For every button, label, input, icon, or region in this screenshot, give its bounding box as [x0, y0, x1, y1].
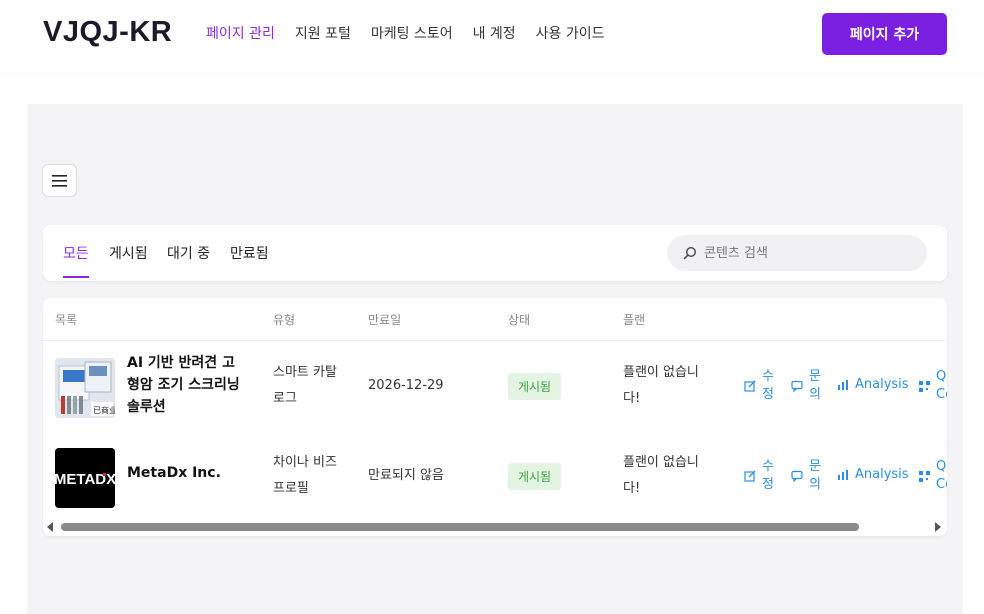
hamburger-icon	[52, 174, 67, 187]
qr-code-icon	[919, 380, 930, 392]
edit-icon	[744, 470, 756, 482]
chat-icon	[791, 470, 803, 482]
chat-icon	[791, 380, 803, 392]
bar-chart-icon	[838, 379, 848, 390]
column-header-type: 유형	[273, 313, 296, 327]
qr-code-button[interactable]: QRCo	[919, 368, 947, 404]
nav-user-guide[interactable]: 사용 가이드	[536, 23, 605, 43]
active-tab-indicator	[63, 276, 89, 278]
inquiry-button[interactable]: 문의	[791, 458, 821, 494]
menu-toggle-button[interactable]	[42, 164, 77, 197]
product-name[interactable]: MetaDx Inc.	[127, 462, 221, 484]
analysis-button[interactable]: Analysis	[837, 467, 909, 482]
status-badge: 게시됨	[508, 463, 561, 490]
status-badge: 게시됨	[508, 373, 561, 400]
qr-code-icon	[919, 470, 930, 482]
nav-my-account[interactable]: 내 계정	[473, 23, 516, 43]
edit-button[interactable]: 수정	[744, 458, 774, 494]
type-cell: 스마트 카탈 로그	[273, 365, 337, 406]
main-nav: 페이지 관리 지원 포털 마케팅 스토어 내 계정 사용 가이드	[206, 23, 605, 43]
analysis-button[interactable]: Analysis	[837, 377, 909, 392]
pages-table: 목록 유형 만료일 상태 플랜 已商业 AI 기반 반려견 고 형암 조기 스크…	[43, 298, 947, 536]
scroll-left-arrow-icon[interactable]	[47, 522, 53, 532]
search-box	[667, 235, 927, 271]
filter-tabs-bar: 모든 게시됨 대기 중 만료됨	[43, 225, 947, 281]
qr-code-button[interactable]: QRCo	[919, 458, 947, 494]
nav-support-portal[interactable]: 지원 포털	[295, 23, 351, 43]
scroll-right-arrow-icon[interactable]	[935, 522, 941, 532]
scrollbar-thumb[interactable]	[61, 523, 859, 531]
expiry-cell: 2026-12-29	[368, 378, 444, 393]
edit-icon	[744, 380, 756, 392]
tab-expired[interactable]: 만료됨	[230, 243, 269, 263]
add-page-button[interactable]: 페이지 추가	[822, 13, 947, 55]
product-name[interactable]: AI 기반 반려견 고 형암 조기 스크리닝 솔루션	[127, 352, 240, 418]
svg-text:已商业: 已商业	[93, 405, 115, 415]
product-image: 已商业	[55, 358, 115, 418]
search-input[interactable]	[704, 245, 914, 261]
search-icon	[683, 246, 697, 260]
bar-chart-icon	[838, 469, 848, 480]
nav-marketing-store[interactable]: 마케팅 스토어	[371, 23, 453, 43]
column-header-status: 상태	[508, 313, 531, 327]
table-row: 已商业 AI 기반 반려견 고 형암 조기 스크리닝 솔루션 스마트 카탈 로그…	[43, 342, 947, 430]
metadx-logo: METADX	[55, 448, 115, 508]
horizontal-scrollbar[interactable]	[43, 520, 947, 534]
type-cell: 차이나 비즈 프로필	[273, 455, 337, 496]
content-area: 모든 게시됨 대기 중 만료됨 목록 유형 만료일 상태 플랜	[27, 104, 963, 614]
column-header-plan: 플랜	[623, 313, 646, 327]
tab-pending[interactable]: 대기 중	[167, 243, 210, 263]
column-header-expiry: 만료일	[368, 313, 402, 327]
brand-logo[interactable]: VJQJ-KR	[43, 16, 172, 49]
top-navigation-bar: VJQJ-KR 페이지 관리 지원 포털 마케팅 스토어 내 계정 사용 가이드…	[0, 0, 984, 74]
plan-cell: 플랜이 없습니 다!	[623, 455, 699, 496]
tab-published[interactable]: 게시됨	[109, 243, 148, 263]
inquiry-button[interactable]: 문의	[791, 368, 821, 404]
nav-page-management[interactable]: 페이지 관리	[206, 23, 275, 43]
company-logo[interactable]: METADX	[55, 448, 115, 508]
table-row: METADX MetaDx Inc. 차이나 비즈 프로필 만료되지 않음 게시…	[43, 432, 947, 520]
edit-button[interactable]: 수정	[744, 368, 774, 404]
tab-all[interactable]: 모든	[63, 243, 89, 263]
column-header-list: 목록	[55, 313, 78, 327]
plan-cell: 플랜이 없습니 다!	[623, 365, 699, 406]
header-divider	[43, 340, 947, 341]
product-thumbnail[interactable]: 已商业	[55, 358, 115, 418]
expiry-cell: 만료되지 않음	[368, 468, 444, 483]
